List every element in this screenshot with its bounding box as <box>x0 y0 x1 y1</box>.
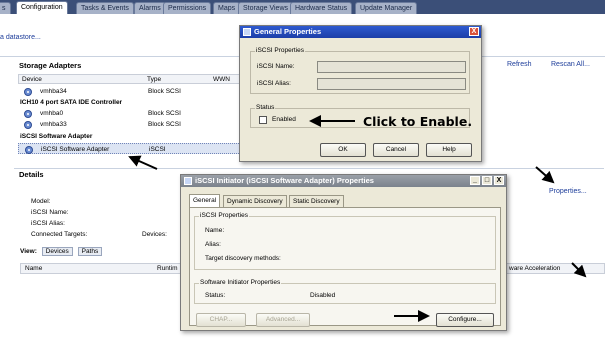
annotation-arrows <box>128 115 587 322</box>
arrow-hw-accel <box>571 262 587 278</box>
arrow-properties <box>535 166 555 184</box>
arrow-adapter <box>128 155 158 170</box>
